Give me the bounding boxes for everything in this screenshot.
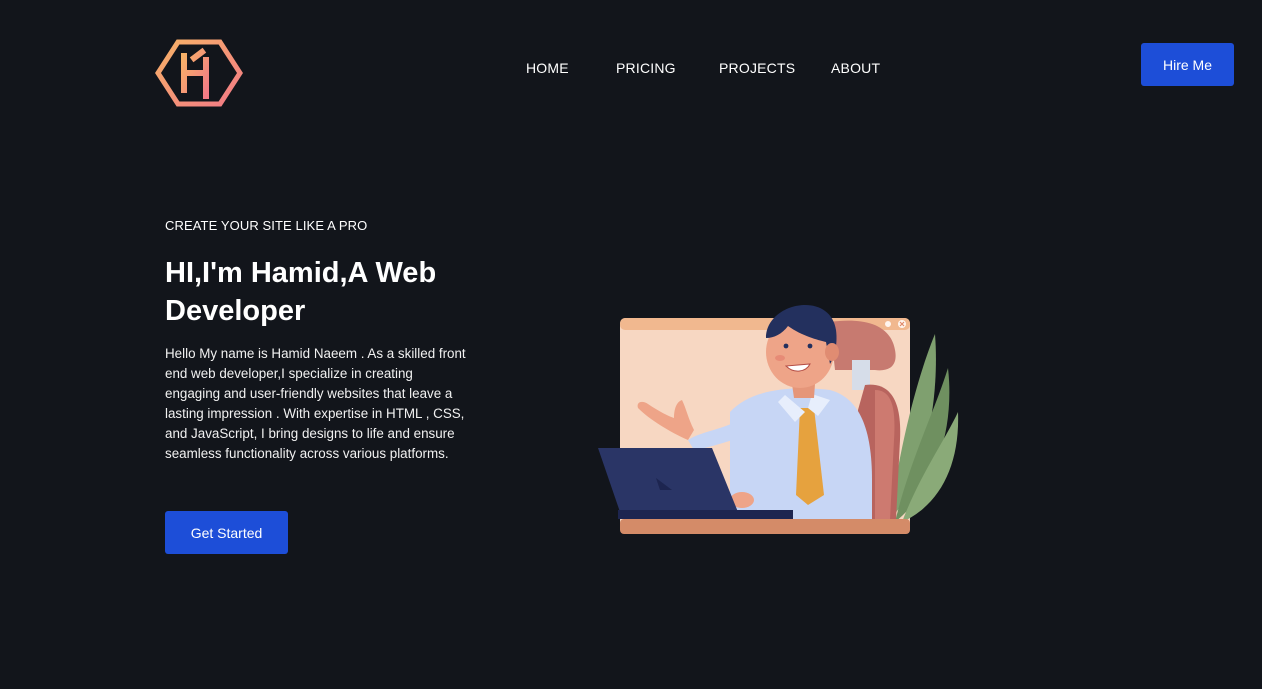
get-started-button[interactable]: Get Started [165, 511, 288, 554]
window-min-icon [885, 321, 891, 327]
hero-headline: HI,I'm Hamid,A Web Developer [165, 257, 437, 327]
window-close-icon [898, 320, 906, 328]
hero-tagline: CREATE YOUR SITE LIKE A PRO [165, 218, 368, 233]
desk [620, 519, 910, 534]
developer-illustration [598, 305, 959, 534]
landing-page: HOME PRICING PROJECTS ABOUT Hire Me CREA… [0, 0, 1262, 689]
hire-me-button[interactable]: Hire Me [1141, 43, 1234, 86]
nav-projects[interactable]: PROJECTS [719, 60, 795, 76]
nav-about[interactable]: ABOUT [831, 60, 880, 76]
nav-pricing[interactable]: PRICING [616, 60, 676, 76]
main-nav: HOME PRICING PROJECTS ABOUT [0, 60, 1262, 80]
hero-intro: Hello My name is Hamid Naeem . As a skil… [165, 346, 466, 461]
nav-home[interactable]: HOME [526, 60, 569, 76]
